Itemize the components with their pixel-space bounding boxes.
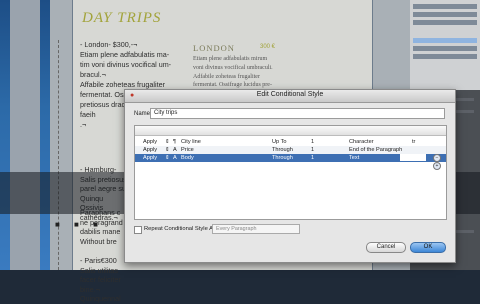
pasteboard-strip	[10, 0, 40, 270]
apply-dropdown[interactable]: Apply	[143, 138, 157, 146]
remove-row-icon[interactable]: −	[433, 154, 441, 162]
format-field[interactable]	[400, 154, 426, 161]
panel-list-item[interactable]	[413, 54, 477, 59]
column2-heading: LONDON	[193, 43, 235, 53]
field-dropdown[interactable]: Body	[181, 154, 194, 162]
column2-price: 300 €	[260, 44, 276, 50]
value-field[interactable]: 1	[311, 154, 314, 162]
row-buttons: −+	[432, 154, 446, 170]
value-field[interactable]: 1	[311, 138, 314, 146]
format-field[interactable]: tr	[412, 138, 415, 146]
context-dropdown[interactable]: Text	[349, 154, 359, 162]
add-row-icon[interactable]: +	[433, 162, 441, 170]
context-dropdown[interactable]: End of the Paragraph	[349, 146, 402, 154]
rule-row[interactable]: Apply ⇕ ¶ City line Up To 1 Character tr	[135, 138, 446, 146]
apply-chevron-icon: ⇕	[165, 147, 170, 153]
ok-button[interactable]: OK	[410, 242, 446, 253]
apply-chevron-icon: ⇕	[165, 139, 170, 145]
edit-conditional-style-dialog: ● Edit Conditional Style Name: City trip…	[124, 89, 456, 263]
operator-dropdown[interactable]: Through	[272, 154, 293, 162]
panel-list-item-selected[interactable]	[413, 38, 477, 43]
operator-dropdown[interactable]: Up To	[272, 138, 287, 146]
page-title: DAY TRIPS	[82, 10, 162, 26]
repeat-label: Repeat Conditional Style At:	[144, 226, 217, 232]
panel-list-item[interactable]	[413, 4, 477, 9]
repeat-select[interactable]: Every Paragraph	[212, 224, 300, 234]
dialog-titlebar: ● Edit Conditional Style	[125, 90, 455, 103]
field-dropdown[interactable]: Price	[181, 146, 194, 154]
paragraph-styles-panel	[410, 0, 480, 90]
apply-chevron-icon: ⇕	[165, 155, 170, 161]
cancel-button[interactable]: Cancel	[366, 242, 406, 253]
panel-list-item[interactable]	[413, 20, 477, 25]
character-style-icon: A	[173, 155, 177, 161]
rule-row[interactable]: Apply ⇕ A Price Through 1 End of the Par…	[135, 146, 446, 154]
value-field[interactable]: 1	[311, 146, 314, 154]
field-dropdown[interactable]: City line	[181, 138, 201, 146]
dialog-title: Edit Conditional Style	[256, 91, 324, 98]
table-header	[135, 126, 446, 136]
desktop-background	[0, 0, 50, 270]
frame-handles[interactable]: ■ ■ ■	[55, 220, 104, 229]
apply-dropdown[interactable]: Apply	[143, 154, 157, 162]
name-input[interactable]: City trips	[150, 108, 445, 119]
panel-list-item[interactable]	[413, 12, 477, 17]
character-style-icon: A	[173, 147, 177, 153]
apply-dropdown[interactable]: Apply	[143, 146, 157, 154]
repeat-checkbox[interactable]	[134, 226, 142, 234]
rule-row-selected[interactable]: Apply ⇕ A Body Through 1 Text −+	[135, 154, 446, 170]
rules-table: Apply ⇕ ¶ City line Up To 1 Character tr…	[134, 125, 447, 220]
operator-dropdown[interactable]: Through	[272, 146, 293, 154]
panel-list-item[interactable]	[413, 46, 477, 51]
context-dropdown[interactable]: Character	[349, 138, 374, 146]
paragraph-style-icon: ¶	[173, 139, 177, 145]
